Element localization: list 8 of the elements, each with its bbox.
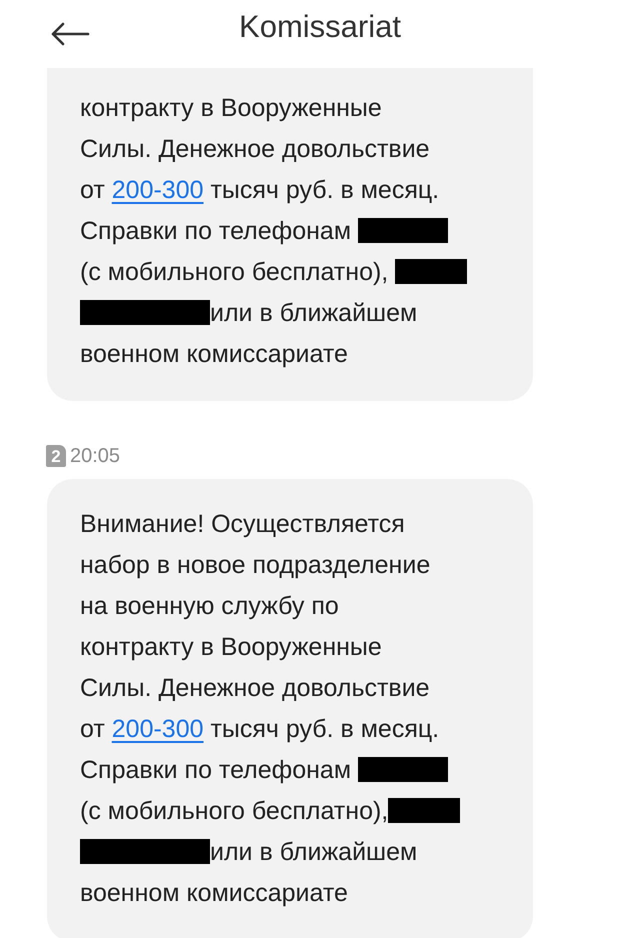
sim-icon: 2 bbox=[46, 445, 66, 467]
link[interactable]: 200-300 bbox=[112, 715, 204, 743]
window-title: Komissariat bbox=[238, 8, 402, 46]
message-time: 20:05 bbox=[70, 444, 120, 469]
message-text: контракту в Вооруженные Силы. Денежное довольствие от 200-300 тысяч руб. в месяц. Справки по телефонам (с мобильного бесплатно), или в ближайшем военном комиссариате bbox=[80, 88, 500, 375]
back-arrow-icon bbox=[50, 22, 90, 46]
message-text: Внимание! Осуществляется набор в новое подразделение на военную службу по контракту в Вооруженные Силы. Денежное довольствие от 200-300 тысяч руб. в месяц. Справки по телефонам (с мобильного бесплатно), или в ближайшем военном комиссариате bbox=[80, 504, 500, 914]
link[interactable]: 200-300 bbox=[112, 176, 204, 204]
